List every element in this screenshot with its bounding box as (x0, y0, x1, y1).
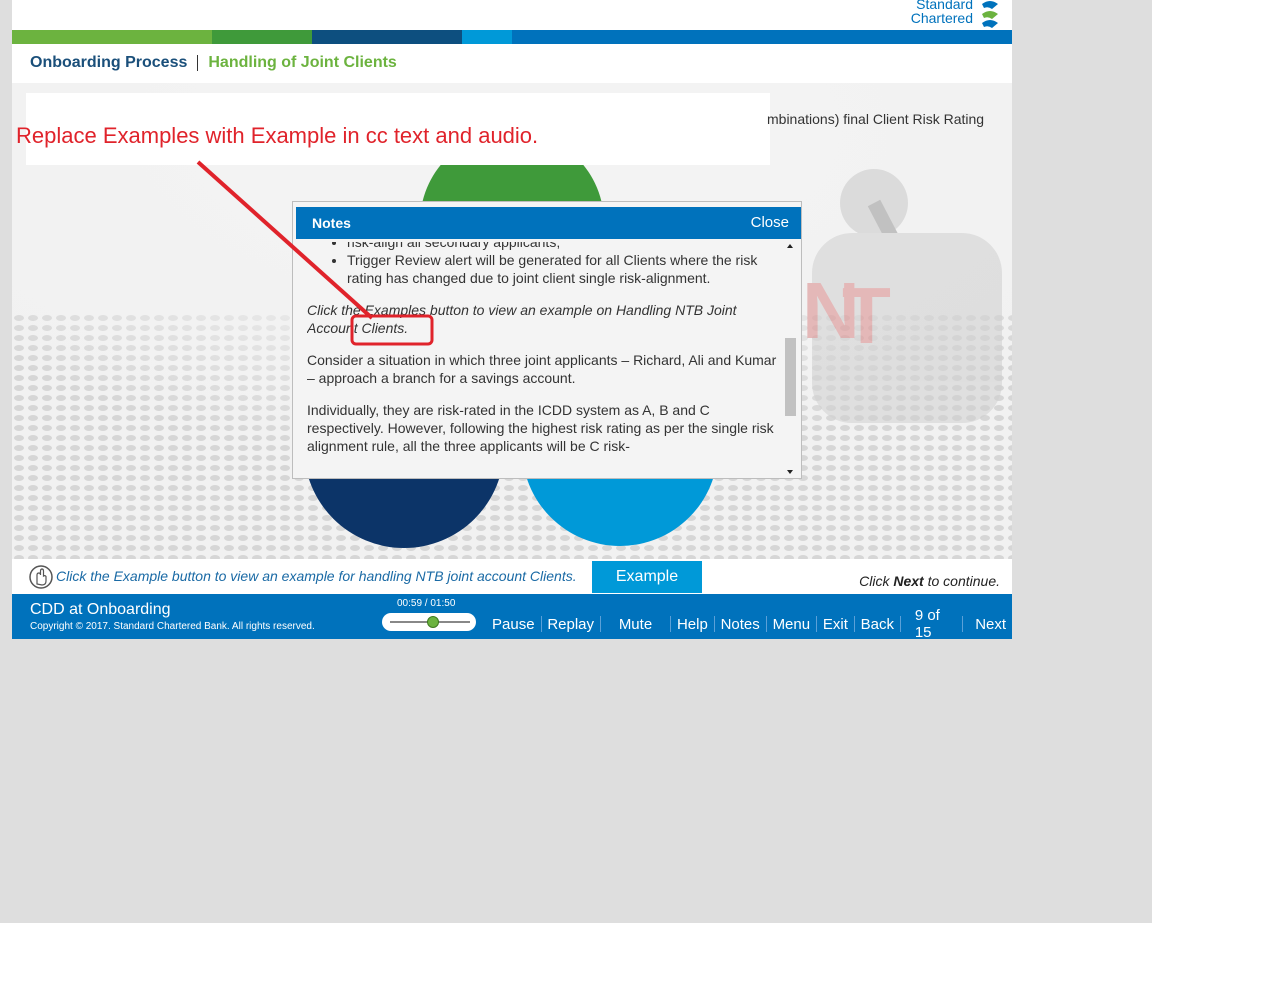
course-title: CDD at Onboarding (30, 601, 171, 618)
course-player: Standard Chartered Onboarding Process Ha… (12, 0, 1012, 639)
title-divider (197, 55, 199, 71)
examples-highlight: Examples (364, 302, 427, 318)
scroll-thumb[interactable] (785, 338, 796, 416)
notes-paragraph-risk: Individually, they are risk-rated in the… (307, 402, 774, 454)
exit-button[interactable]: Exit (817, 616, 854, 633)
player-footer: CDD at Onboarding Copyright © 2017. Stan… (12, 594, 1012, 639)
continue-hint: Click Next to continue. (859, 573, 1000, 589)
menu-button[interactable]: Menu (767, 616, 817, 633)
notes-paragraph-situation: Consider a situation in which three join… (307, 352, 777, 386)
hand-click-icon (29, 565, 53, 589)
slider-knob[interactable] (426, 616, 439, 628)
notes-panel: Notes Close risk-align all secondary app… (292, 201, 802, 479)
title-bar: Onboarding Process Handling of Joint Cli… (12, 44, 1012, 82)
notes-close-button[interactable]: Close (751, 214, 789, 231)
player-nav: Pause Replay Mute Help Notes Menu Exit B… (486, 607, 1012, 639)
pause-button[interactable]: Pause (486, 616, 541, 633)
notes-scrollbar[interactable] (785, 242, 797, 476)
help-button[interactable]: Help (671, 616, 714, 633)
example-button[interactable]: Example (592, 561, 702, 593)
logo-mark-icon (982, 1, 998, 28)
annotation-text: Replace Examples with Example in cc text… (16, 123, 539, 148)
page-counter: 9 of 15 (914, 607, 940, 639)
notes-button[interactable]: Notes (715, 616, 766, 633)
notes-content: risk-align all secondary applicants; Tri… (307, 242, 777, 474)
progress-slider[interactable] (382, 613, 476, 631)
header-color-bars (12, 30, 1012, 44)
svg-text:N: N (802, 266, 860, 355)
standard-chartered-logo: Standard Chartered (911, 0, 1002, 30)
mute-button[interactable]: Mute (601, 616, 658, 633)
copyright-text: Copyright © 2017. Standard Chartered Ban… (30, 621, 315, 632)
back-button[interactable]: Back (855, 616, 900, 633)
slide-text-partial: mbinations) final Client Risk Rating (767, 111, 985, 127)
notes-bullet: Trigger Review alert will be generated f… (347, 251, 777, 287)
logo-line2: Chartered (910, 10, 973, 26)
scroll-down-arrow-icon[interactable] (787, 470, 793, 474)
timer: 00:59 / 01:50 (397, 598, 456, 609)
next-button[interactable]: Next (963, 616, 1012, 633)
replay-button[interactable]: Replay (541, 616, 600, 633)
scroll-up-arrow-icon[interactable] (787, 244, 793, 248)
notes-paragraph-instruction: Click the Examples button to view an exa… (307, 302, 737, 336)
notes-bullet-partial: risk-align all secondary applicants; (347, 242, 777, 251)
instruction-bar: Click the Example button to view an exam… (12, 559, 1012, 595)
instruction-text: Click the Example button to view an exam… (56, 568, 577, 584)
notes-title: Notes (312, 215, 351, 231)
topic-title: Handling of Joint Clients (208, 54, 397, 71)
module-title: Onboarding Process (30, 54, 188, 71)
notes-header: Notes Close (296, 207, 801, 239)
